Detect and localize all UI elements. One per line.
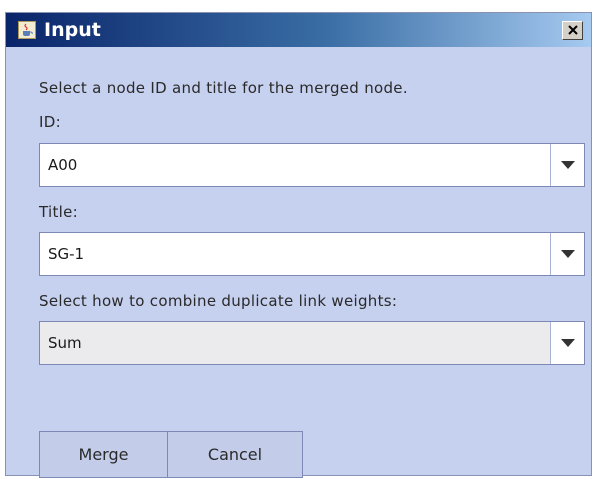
id-dropdown-button[interactable] [550,144,584,186]
id-label: ID: [39,113,61,131]
title-combobox[interactable]: SG-1 [39,232,585,276]
combine-value: Sum [48,334,82,352]
java-cup-icon [18,21,36,39]
title-label: Title: [39,203,78,221]
merge-button[interactable]: Merge [39,431,168,478]
title-bar[interactable]: Input [6,13,591,47]
chevron-down-icon [560,161,575,169]
chevron-down-icon [560,339,575,347]
combine-dropdown-button[interactable] [550,322,584,364]
id-value[interactable]: A00 [48,156,77,174]
id-combobox[interactable]: A00 [39,143,585,187]
chevron-down-icon [560,250,575,258]
window-title: Input [44,19,101,41]
prompt-text: Select a node ID and title for the merge… [39,79,408,97]
close-icon [567,25,578,35]
title-dropdown-button[interactable] [550,233,584,275]
close-button[interactable] [562,21,583,40]
title-value[interactable]: SG-1 [48,245,84,263]
cancel-button[interactable]: Cancel [167,431,303,478]
combine-combobox[interactable]: Sum [39,321,585,365]
input-dialog: Input Select a node ID and title for the… [5,12,592,478]
combine-label: Select how to combine duplicate link wei… [39,292,398,310]
